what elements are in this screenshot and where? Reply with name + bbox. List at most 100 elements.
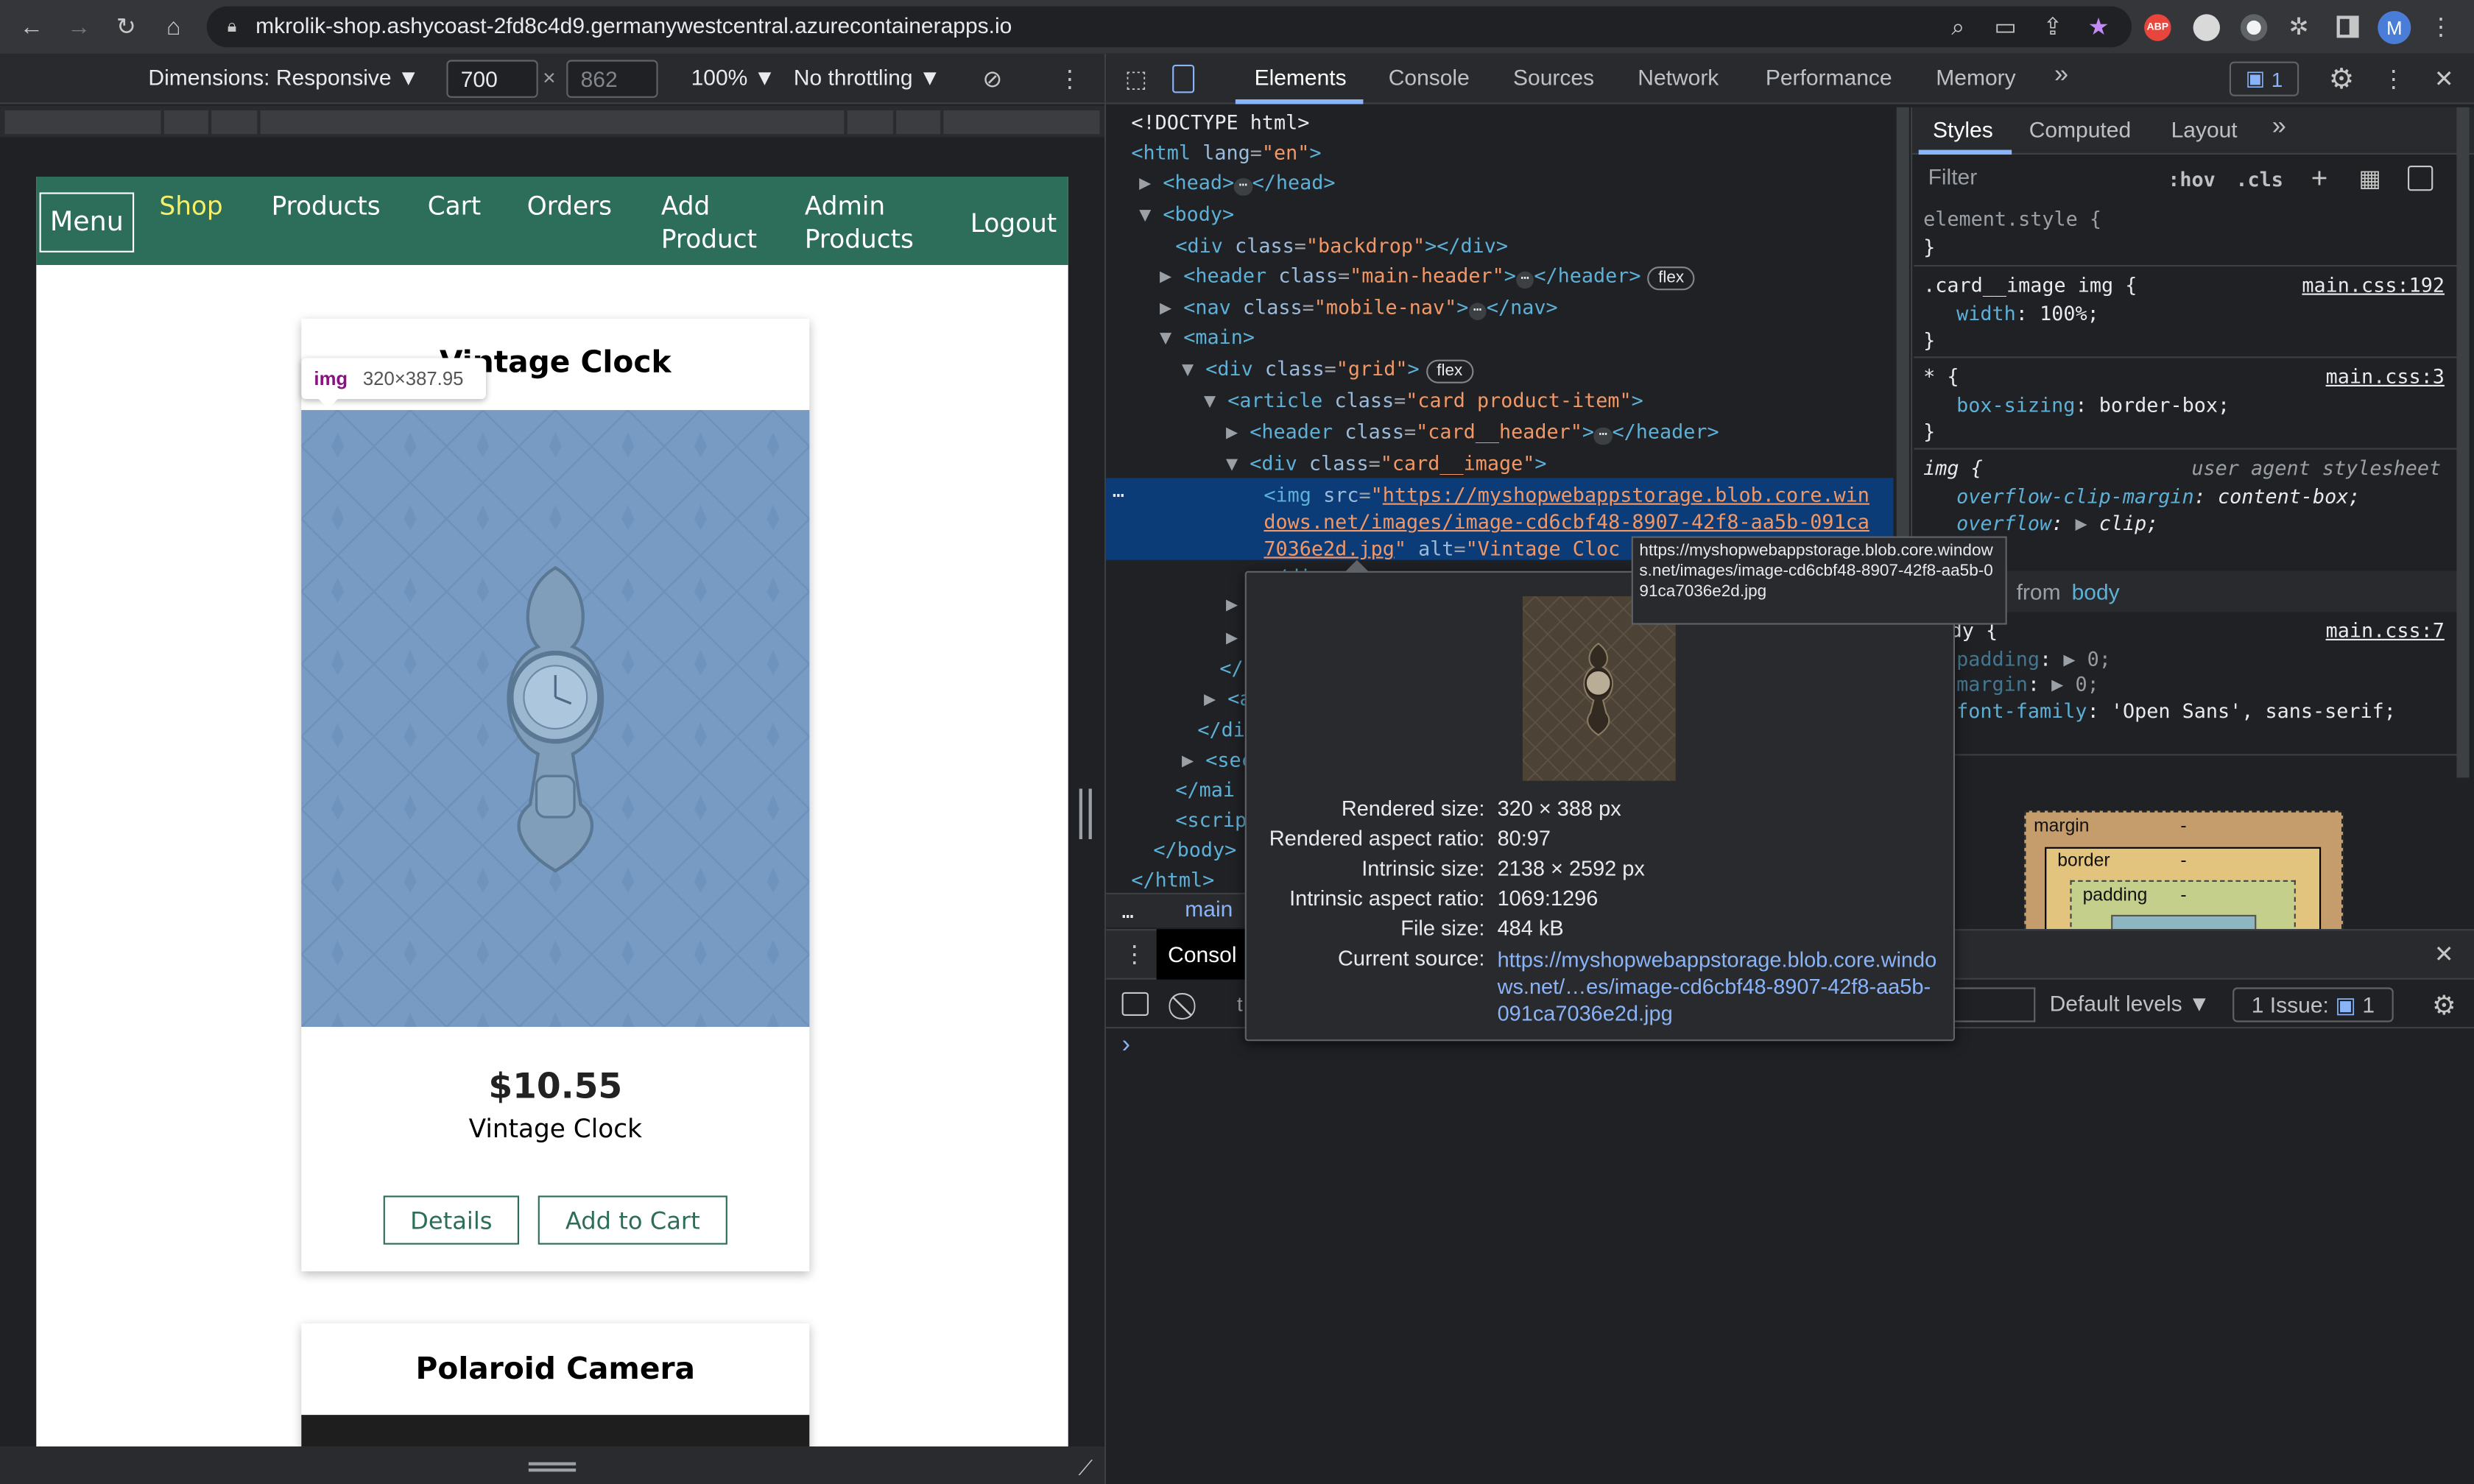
dimensions-select[interactable]: Dimensions: Responsive ▼ [148,65,419,90]
css-source-link[interactable]: main.css:7 [2326,618,2445,642]
dom-line[interactable]: ▶ <header class="main-header"> ⋯ </header>… [1160,264,1696,291]
install-app-icon[interactable]: ▭ [1991,13,2020,41]
back-icon[interactable]: ← [15,13,47,41]
dom-line[interactable]: ▶ <header class="card__header"> ⋯ </header… [1226,420,1719,445]
details-button[interactable]: Details [383,1195,519,1245]
corner-resize-icon[interactable]: ⟋ [1073,1455,1098,1480]
width-input[interactable]: 700 [446,60,538,98]
ruler-segment[interactable] [943,110,1100,135]
inspect-element-icon[interactable]: ⬚ [1122,65,1151,93]
profile-avatar[interactable]: M [2378,11,2411,44]
paint-icon[interactable]: ▦ [2355,164,2384,193]
ruler-segment[interactable] [211,110,258,135]
tab-sources[interactable]: Sources [1513,65,1594,90]
rotate-icon[interactable]: ⊘ [979,65,1007,93]
devtools-more-icon[interactable]: ⋮ [2379,63,2408,95]
dom-line[interactable]: ▼ <div class="grid"> flex [1182,356,1474,384]
forward-icon[interactable]: → [63,13,95,41]
src-link[interactable]: https://myshopwebappstorage.blob.core.wi… [1383,483,1869,506]
dom-line-img[interactable]: 7036e2d.jpg" alt="Vintage Cloc [1264,537,1620,562]
hov-toggle[interactable]: :hov [2168,167,2216,192]
console-filter-input[interactable] [1953,987,2036,1022]
issues-badge[interactable]: ▣ 1 [2229,61,2299,96]
browser-menu-icon[interactable]: ⋮ [2427,13,2456,41]
styles-scrollbar[interactable] [2456,107,2470,778]
bookmark-star-icon[interactable]: ★ [2084,13,2113,41]
dom-line[interactable]: <!DOCTYPE html> [1131,110,1309,135]
menu-button[interactable]: Menu [39,192,135,252]
console-sidebar-icon[interactable] [1121,992,1149,1016]
height-input[interactable]: 862 [566,60,658,98]
vertical-resize-handle[interactable] [1079,788,1092,839]
nav-cart[interactable]: Cart [428,189,481,222]
dom-line[interactable]: </mai [1175,777,1235,802]
log-levels-select[interactable]: Default levels ▼ [2050,991,2210,1016]
ruler-segment[interactable] [847,110,893,135]
console-prompt[interactable]: › [1122,1031,1130,1060]
nav-admin-products[interactable]: Admin Products [805,189,914,255]
css-declaration[interactable]: box-sizing: border-box; [1956,393,2230,418]
css-source-link[interactable]: main.css:3 [2326,364,2445,388]
css-declaration[interactable]: margin: ▶ 0; [1956,672,2099,697]
share-icon[interactable]: ⇪ [2039,13,2068,41]
settings-gear-icon[interactable]: ⚙ [2326,63,2358,95]
dom-line[interactable]: <scrip [1175,808,1247,833]
src-link[interactable]: dows.net/images/image-cd6cbf48-8907-42f8… [1264,509,1869,533]
css-declaration[interactable]: padding: ▶ 0; [1956,647,2111,672]
tab-performance[interactable]: Performance [1766,65,1892,90]
console-settings-icon[interactable]: ⚙ [2428,989,2460,1021]
ruler-segment[interactable] [163,110,208,135]
flex-badge[interactable]: flex [1425,359,1474,384]
device-more-icon[interactable]: ⋮ [1057,65,1082,93]
css-declaration[interactable]: font-family: 'Open Sans', sans-serif; [1956,699,2396,724]
inherited-from-tag[interactable]: body [2072,579,2120,604]
extension-circle-icon[interactable] [2240,14,2268,41]
breadcrumb-more-icon[interactable]: … [1122,899,1134,924]
ruler-segment[interactable] [260,110,845,135]
dom-line-img[interactable]: <img src="https://myshopwebappstorage.bl… [1264,483,1869,508]
nav-shop[interactable]: Shop [159,189,222,222]
dom-line[interactable]: ▶ <head> ⋯ </head> [1139,170,1336,196]
css-declaration[interactable]: width: 100%; [1956,301,2099,326]
tab-styles[interactable]: Styles [1933,117,1993,142]
node-actions-icon[interactable]: ⋯ [1113,483,1124,508]
dom-line[interactable]: ▶ [1226,625,1238,650]
more-style-tabs-icon[interactable]: » [2272,113,2286,142]
tab-computed[interactable]: Computed [2029,117,2131,142]
more-tabs-icon[interactable]: » [2054,62,2068,91]
toggle-sidebar-icon[interactable] [2408,166,2434,191]
zoom-icon[interactable]: ⌕ [1944,13,1973,41]
console-context-fragment[interactable]: t [1237,992,1243,1016]
dom-line-img[interactable]: dows.net/images/image-cd6cbf48-8907-42f8… [1264,509,1869,534]
url-text[interactable]: mkrolik-shop.ashycoast-2fd8c4d9.germanyw… [255,13,1012,38]
breadcrumb-main[interactable]: main [1185,896,1233,921]
device-toggle-icon[interactable] [1172,64,1195,93]
drawer-tab-console[interactable]: Consol [1156,929,1248,980]
console-issues-button[interactable]: 1 Issue: ▣ 1 [2232,987,2394,1022]
clear-console-icon[interactable]: ⃠ [1174,991,1202,1020]
src-link[interactable]: 7036e2d.jpg [1264,537,1394,560]
extension-owl-icon[interactable] [2193,14,2220,41]
tab-network[interactable]: Network [1638,65,1719,90]
ruler-segment[interactable] [896,110,941,135]
tab-memory[interactable]: Memory [1936,65,2015,90]
dom-line[interactable]: ▼ <body> [1139,202,1234,227]
styles-filter-input[interactable]: Filter [1915,158,2149,196]
reload-icon[interactable]: ↻ [110,13,142,41]
add-rule-icon[interactable]: + [2305,164,2334,193]
tab-console[interactable]: Console [1389,65,1470,90]
ruler-segment[interactable] [4,110,161,135]
add-to-cart-button[interactable]: Add to Cart [538,1195,727,1245]
home-icon[interactable]: ⌂ [158,13,189,41]
dom-line[interactable]: </body> [1153,838,1236,863]
css-source-link[interactable]: main.css:192 [2302,273,2445,297]
dom-line[interactable]: <html lang="en"> [1131,141,1321,166]
nav-add-product[interactable]: Add Product [661,189,757,255]
throttling-select[interactable]: No throttling ▼ [794,65,941,90]
zoom-select[interactable]: 100% ▼ [691,65,776,90]
cls-toggle[interactable]: .cls [2235,167,2283,192]
dom-line[interactable]: ▶ <nav class="mobile-nav"> ⋯ </nav> [1160,295,1558,320]
nav-orders[interactable]: Orders [527,189,612,222]
lock-icon[interactable]: 🔒︎ [221,15,243,38]
dom-line[interactable]: ▶ <sec [1182,748,1253,773]
